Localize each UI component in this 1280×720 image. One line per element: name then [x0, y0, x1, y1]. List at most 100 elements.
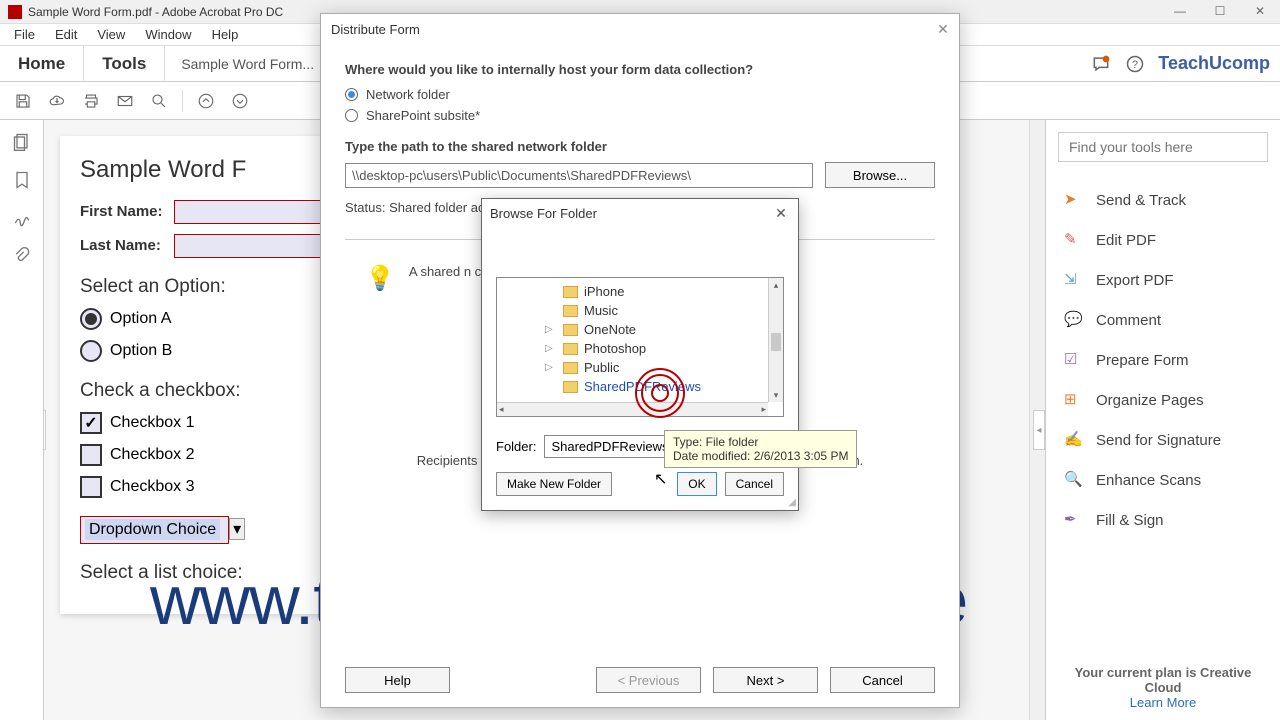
folder-tooltip: Type: File folder Date modified: 2/6/201… — [664, 430, 857, 468]
checkbox-3-label: Checkbox 3 — [110, 478, 195, 496]
nav-up-button[interactable] — [191, 86, 221, 116]
resize-grip-icon[interactable]: ◢ — [788, 497, 796, 508]
menu-file[interactable]: File — [4, 25, 45, 44]
dropdown-value: Dropdown Choice — [85, 519, 220, 540]
menu-view[interactable]: View — [87, 25, 135, 44]
path-label: Type the path to the shared network fold… — [345, 139, 935, 154]
scroll-up-icon[interactable]: ▴ — [769, 278, 783, 292]
close-button[interactable]: ✕ — [1240, 0, 1280, 22]
tool-fill-sign[interactable]: ✒Fill & Sign — [1058, 500, 1268, 540]
ok-button[interactable]: OK — [677, 472, 716, 496]
search-button[interactable] — [144, 86, 174, 116]
tooltip-date: Date modified: 2/6/2013 3:05 PM — [673, 449, 848, 463]
window-title: Sample Word Form.pdf - Adobe Acrobat Pro… — [28, 5, 283, 19]
learn-more-link[interactable]: Learn More — [1056, 695, 1270, 710]
save-button[interactable] — [8, 86, 38, 116]
browse-folder-title: Browse For Folder — [490, 206, 597, 221]
checkbox-2-label: Checkbox 2 — [110, 446, 195, 464]
tool-send-track[interactable]: ➤Send & Track — [1058, 180, 1268, 220]
dropdown-arrow-icon[interactable]: ▾ — [229, 518, 245, 540]
checkbox-1[interactable]: ✓ — [80, 412, 102, 434]
previous-button[interactable]: < Previous — [596, 667, 701, 693]
distribute-title: Distribute Form — [331, 22, 420, 37]
browse-button[interactable]: Browse... — [825, 162, 935, 188]
left-rail — [0, 120, 44, 720]
signature-icon[interactable] — [12, 208, 32, 228]
plan-text-2: Cloud — [1145, 680, 1182, 695]
tool-icon: ☑ — [1064, 350, 1084, 370]
option-a-radio[interactable] — [80, 308, 102, 330]
right-collapse-caret[interactable]: ◂ — [1033, 410, 1045, 450]
tool-icon: 🔍 — [1064, 470, 1084, 490]
tool-icon: ✎ — [1064, 230, 1084, 250]
tool-export-pdf[interactable]: ⇲Export PDF — [1058, 260, 1268, 300]
nav-down-button[interactable] — [225, 86, 255, 116]
folder-icon — [563, 381, 578, 393]
tab-tools[interactable]: Tools — [84, 46, 165, 82]
distribute-cancel-button[interactable]: Cancel — [830, 667, 935, 693]
folder-item-public[interactable]: ▷Public — [497, 358, 783, 377]
menu-window[interactable]: Window — [135, 25, 201, 44]
folder-item-sharedpdfreviews[interactable]: SharedPDFReviews — [497, 377, 783, 396]
dropdown-field[interactable]: Dropdown Choice — [80, 516, 229, 544]
minimize-button[interactable]: — — [1160, 0, 1200, 22]
next-button[interactable]: Next > — [713, 667, 818, 693]
path-input[interactable]: \\desktop-pc\users\Public\Documents\Shar… — [345, 163, 813, 188]
help-button[interactable]: Help — [345, 667, 450, 693]
tool-prepare-form[interactable]: ☑Prepare Form — [1058, 340, 1268, 380]
bookmark-icon[interactable] — [12, 170, 32, 190]
last-name-label: Last Name: — [80, 237, 170, 254]
make-new-folder-button[interactable]: Make New Folder — [496, 472, 612, 496]
option-b-radio[interactable] — [80, 340, 102, 362]
brand-label: TeachUcomp — [1158, 53, 1270, 74]
tab-home[interactable]: Home — [0, 46, 84, 82]
tool-organize-pages[interactable]: ⊞Organize Pages — [1058, 380, 1268, 420]
plan-text-1: Your current plan is Creative — [1075, 665, 1252, 680]
tool-label: Comment — [1096, 312, 1161, 329]
folder-item-onenote[interactable]: ▷OneNote — [497, 320, 783, 339]
folder-tree-hscroll[interactable]: ◂▸ — [497, 402, 768, 416]
folder-item-iphone[interactable]: iPhone — [497, 282, 783, 301]
email-button[interactable] — [110, 86, 140, 116]
cloud-button[interactable] — [42, 86, 72, 116]
notifications-icon[interactable] — [1090, 53, 1112, 75]
network-folder-radio[interactable] — [345, 88, 358, 101]
folder-tree-vscroll[interactable]: ▴ ▾ — [768, 278, 783, 402]
sharepoint-radio[interactable] — [345, 109, 358, 122]
tooltip-type: Type: File folder — [673, 435, 848, 449]
svg-text:?: ? — [1132, 59, 1138, 71]
distribute-close-icon[interactable]: ✕ — [933, 19, 953, 39]
folder-icon — [563, 343, 578, 355]
folder-item-music[interactable]: Music — [497, 301, 783, 320]
maximize-button[interactable]: ☐ — [1200, 0, 1240, 22]
chevron-right-icon[interactable]: ▷ — [545, 324, 553, 335]
tool-comment[interactable]: 💬 Comment — [1058, 300, 1268, 340]
right-panel: ➤Send & Track✎Edit PDF⇲Export PDF 💬 Commen… — [1045, 120, 1280, 720]
scroll-down-icon[interactable]: ▾ — [769, 388, 783, 402]
checkbox-2[interactable] — [80, 444, 102, 466]
pages-icon[interactable] — [12, 132, 32, 152]
left-collapse-caret[interactable]: ▸ — [44, 410, 46, 450]
chevron-right-icon[interactable]: ▷ — [545, 362, 553, 373]
menu-help[interactable]: Help — [202, 25, 249, 44]
checkbox-3[interactable] — [80, 476, 102, 498]
browse-cancel-button[interactable]: Cancel — [725, 472, 784, 496]
distribute-question: Where would you like to internally host … — [345, 62, 935, 77]
print-button[interactable] — [76, 86, 106, 116]
folder-item-photoshop[interactable]: ▷Photoshop — [497, 339, 783, 358]
tool-send-for-signature[interactable]: ✍Send for Signature — [1058, 420, 1268, 460]
option-b-label: Option B — [110, 342, 172, 360]
menu-edit[interactable]: Edit — [45, 25, 87, 44]
folder-tree[interactable]: iPhoneMusic▷OneNote▷Photoshop▷PublicShar… — [496, 277, 784, 417]
scroll-thumb[interactable] — [771, 333, 781, 351]
help-icon[interactable]: ? — [1124, 53, 1146, 75]
tool-icon: 💬 — [1064, 310, 1084, 330]
attachment-icon[interactable] — [12, 246, 32, 266]
tools-search-input[interactable] — [1058, 132, 1268, 162]
chevron-right-icon[interactable]: ▷ — [545, 343, 553, 354]
checkbox-1-label: Checkbox 1 — [110, 414, 195, 432]
browse-folder-close-icon[interactable]: ✕ — [772, 204, 790, 222]
tool-label: Organize Pages — [1096, 392, 1204, 409]
tool-edit-pdf[interactable]: ✎Edit PDF — [1058, 220, 1268, 260]
tool-enhance-scans[interactable]: 🔍Enhance Scans — [1058, 460, 1268, 500]
